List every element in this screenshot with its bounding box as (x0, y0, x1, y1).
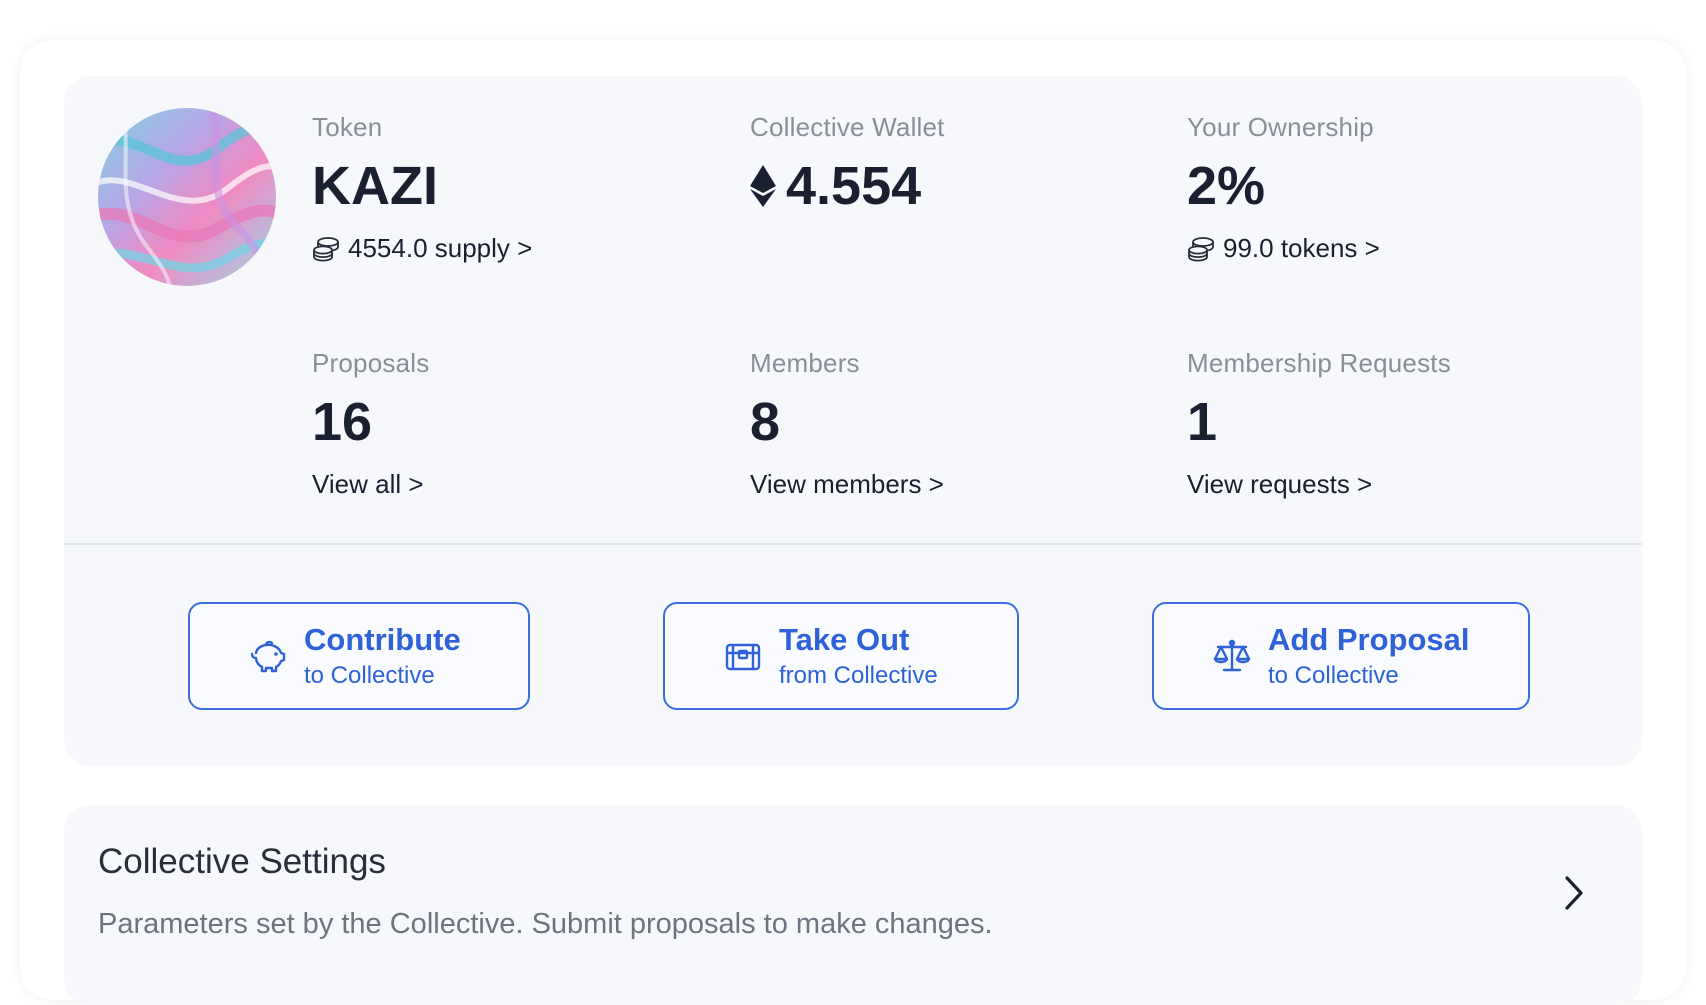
divider (64, 543, 1642, 545)
ethereum-icon (750, 165, 776, 207)
proposals-label: Proposals (312, 348, 430, 378)
token-value: KAZI (312, 156, 438, 216)
token-supply-text: 4554.0 supply > (348, 233, 533, 263)
collective-settings-card[interactable] (64, 805, 1642, 1005)
take-out-subtitle: from Collective (779, 662, 938, 689)
ownership-tokens-text: 99.0 tokens > (1223, 233, 1380, 263)
add-proposal-button[interactable]: Add Proposal to Collective (1152, 602, 1530, 710)
ownership-value: 2% (1187, 156, 1266, 216)
settings-title: Collective Settings (98, 842, 386, 881)
scales-icon (1213, 639, 1251, 672)
requests-label: Membership Requests (1187, 348, 1451, 378)
ownership-tokens-link[interactable]: 99.0 tokens > (1187, 233, 1380, 264)
view-members-link[interactable]: View members > (750, 469, 944, 500)
take-out-button[interactable]: Take Out from Collective (663, 602, 1019, 710)
wallet-stat: Collective Wallet 4.554 (750, 112, 945, 219)
proposals-value: 16 (312, 392, 373, 452)
settings-description: Parameters set by the Collective. Submit… (98, 908, 993, 940)
members-value: 8 (750, 392, 781, 452)
wallet-value: 4.554 (786, 156, 922, 216)
requests-stat: Membership Requests 1 View requests > (1187, 348, 1451, 500)
add-proposal-subtitle: to Collective (1268, 662, 1399, 689)
chevron-right-icon[interactable] (1560, 873, 1588, 913)
contribute-title: Contribute (304, 622, 461, 657)
coins-icon (1188, 236, 1214, 262)
piggy-bank-icon (250, 640, 286, 673)
wallet-label: Collective Wallet (750, 112, 945, 142)
treasure-chest-icon (725, 643, 761, 671)
add-proposal-title: Add Proposal (1268, 622, 1470, 657)
token-supply-link[interactable]: 4554.0 supply > (312, 233, 532, 264)
coins-icon (313, 236, 339, 262)
ownership-label: Your Ownership (1187, 112, 1374, 142)
wallet-value-row: 4.554 (750, 153, 945, 219)
contribute-button[interactable]: Contribute to Collective (188, 602, 530, 710)
members-label: Members (750, 348, 860, 378)
view-requests-link[interactable]: View requests > (1187, 469, 1451, 500)
ownership-stat: Your Ownership 2% 99.0 tokens > (1187, 112, 1380, 264)
token-label: Token (312, 112, 383, 142)
token-stat: Token KAZI 4554.0 supply > (312, 112, 532, 264)
collective-avatar (98, 108, 276, 286)
view-all-proposals-link[interactable]: View all > (312, 469, 429, 500)
proposals-stat: Proposals 16 View all > (312, 348, 429, 500)
requests-value: 1 (1187, 392, 1218, 452)
take-out-title: Take Out (779, 622, 910, 657)
members-stat: Members 8 View members > (750, 348, 944, 500)
contribute-subtitle: to Collective (304, 662, 435, 689)
